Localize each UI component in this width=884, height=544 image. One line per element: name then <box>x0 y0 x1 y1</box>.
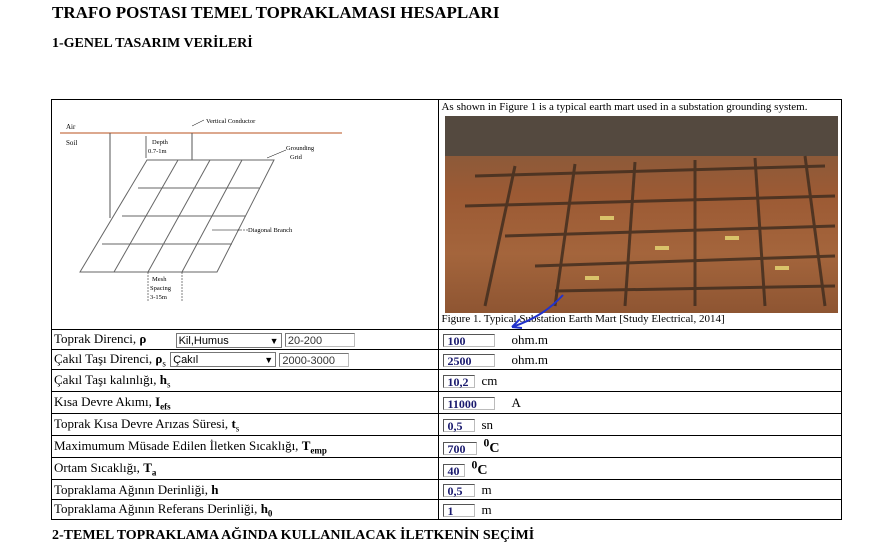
row-fault-duration: Toprak Kısa Devre Arızas Süresi, ts 0,5 s… <box>50 413 842 436</box>
unit-ohm-m: ohm.m <box>511 331 548 347</box>
grounding-label: Grounding <box>286 145 315 152</box>
grid-diagram-cell: Air Soil Depth 0.7-1m Vertical Conductor <box>50 99 440 330</box>
annotation-arrow-icon <box>511 294 564 329</box>
subscript: a <box>151 467 157 478</box>
soil-range-field[interactable]: 20-200 <box>284 333 355 348</box>
soil-resistivity-input[interactable]: 100 <box>443 334 496 348</box>
row-soil-resistivity: Toprak Direnci, ρ Kil,Humus ▼ 20-200 100 o… <box>50 329 842 350</box>
spacing-value: 3-15m <box>150 294 167 301</box>
h-symbol: h <box>159 371 167 387</box>
fault-duration-input[interactable]: 0,5 <box>443 419 476 433</box>
reference-depth-input[interactable]: 1 <box>443 504 476 518</box>
soil-label: Soil <box>66 139 77 147</box>
t-symbol: T <box>143 459 152 475</box>
unit-celsius: 0C <box>483 436 500 456</box>
grid-depth-label: Topraklama Ağının Derinliği, <box>54 481 212 497</box>
h-symbol: h <box>260 500 268 516</box>
short-circuit-label: Kısa Devre Akımı, <box>54 393 156 409</box>
section-title-conductor: 2-TEMEL TOPRAKLAMA AĞINDA KULLANILACAK İ… <box>52 528 535 543</box>
gravel-thickness-input[interactable]: 10,2 <box>443 375 476 389</box>
unit-cm: cm <box>481 372 498 388</box>
mesh-label: Mesh <box>152 276 167 283</box>
gravel-thickness-label: Çakıl Taşı kalınlığı, <box>54 371 160 387</box>
row-gravel-resistivity: Çakıl Taşı Direnci, ρs Çakıl ▼ 2000-3000 … <box>50 349 842 370</box>
max-temp-input[interactable]: 700 <box>443 442 478 456</box>
short-circuit-input[interactable]: 11000 <box>443 397 496 411</box>
row-gravel-thickness: Çakıl Taşı kalınlığı, hs 10,2 cm <box>50 369 842 392</box>
row-reference-depth: Topraklama Ağının Referans Derinliği, h0… <box>50 499 842 520</box>
diagonal-label: Diagonal Branch <box>248 227 293 234</box>
unit-ohm-m: ohm.m <box>511 351 548 367</box>
unit-m: m <box>481 501 492 517</box>
chevron-down-icon: ▼ <box>264 355 274 366</box>
page-title: TRAFO POSTASI TEMEL TOPRAKLAMASI HESAPLA… <box>52 3 500 22</box>
subscript: efs <box>160 401 171 412</box>
spacing-label: Spacing <box>150 285 172 292</box>
grounding-grid-diagram: Air Soil Depth 0.7-1m Vertical Conductor <box>60 118 342 302</box>
air-label: Air <box>66 123 76 131</box>
gravel-resistivity-label: Çakıl Taşı Direnci, <box>54 350 156 366</box>
row-short-circuit-current: Kısa Devre Akımı, Iefs 11000 A <box>50 391 842 414</box>
gravel-type-select[interactable]: Çakıl ▼ <box>170 352 277 368</box>
unit-m: m <box>481 481 492 497</box>
photo-caption-bottom: Figure 1. Typical Substation Earth Mart … <box>441 313 725 325</box>
max-temp-label: Maximumum Müsade Edilen İletken Sıcaklığ… <box>54 437 302 453</box>
vertical-conductor-label: Vertical Conductor <box>206 118 256 125</box>
row-grid-depth: Topraklama Ağının Derinliği, h 0,5 m <box>50 479 842 500</box>
ambient-temp-input[interactable]: 40 <box>443 464 466 478</box>
gravel-type-value: Çakıl <box>173 354 199 367</box>
unit-ampere: A <box>511 394 521 410</box>
grid-depth-input[interactable]: 0,5 <box>443 484 476 498</box>
fault-duration-label: Toprak Kısa Devre Arızas Süresi, <box>54 415 232 431</box>
photo-cell: As shown in Figure 1 is a typical earth … <box>438 99 842 330</box>
photo-caption-top: As shown in Figure 1 is a typical earth … <box>441 101 808 113</box>
unit-seconds: sn <box>481 416 494 432</box>
ambient-temp-label: Ortam Sıcaklığı, <box>54 459 144 475</box>
unit-c: C <box>489 440 500 456</box>
reference-depth-label: Topraklama Ağının Referans Derinliği, <box>54 500 261 516</box>
row-ambient-temperature: Ortam Sıcaklığı, Ta 40 0C <box>50 457 842 480</box>
earth-mat-photo <box>445 116 839 313</box>
soil-type-value: Kil,Humus <box>178 334 229 347</box>
subscript: s <box>235 423 240 434</box>
row-max-temperature: Maximumum Müsade Edilen İletken Sıcaklığ… <box>50 435 842 458</box>
subscript: s <box>162 358 166 369</box>
unit-celsius: 0C <box>471 458 488 478</box>
design-data-table: Air Soil Depth 0.7-1m Vertical Conductor <box>50 99 842 520</box>
subscript: 0 <box>267 508 273 519</box>
gravel-resistivity-input[interactable]: 2500 <box>443 354 496 368</box>
depth-label: Depth <box>152 139 169 146</box>
rho-symbol: ρ <box>139 331 147 347</box>
h-symbol: h <box>211 481 219 497</box>
depth-value: 0.7-1m <box>148 148 167 155</box>
subscript: s <box>166 379 171 390</box>
subscript: emp <box>310 445 327 456</box>
soil-type-select[interactable]: Kil,Humus ▼ <box>175 332 282 348</box>
gravel-range-field[interactable]: 2000-3000 <box>279 352 350 367</box>
section-title-general: 1-GENEL TASARIM VERİLERİ <box>52 36 253 51</box>
grid-label: Grid <box>290 154 303 161</box>
soil-resistivity-label: Toprak Direnci, <box>54 331 140 347</box>
chevron-down-icon: ▼ <box>269 335 279 346</box>
unit-c: C <box>477 462 488 478</box>
